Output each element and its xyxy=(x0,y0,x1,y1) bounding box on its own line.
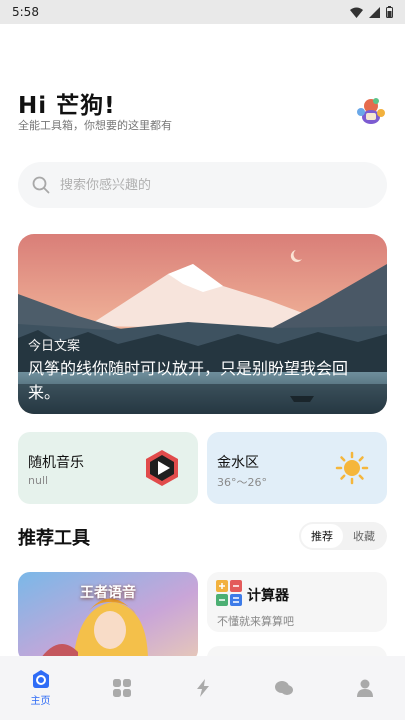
battery-icon xyxy=(386,6,393,18)
music-title: 随机音乐 xyxy=(28,455,84,471)
tab-recommended[interactable]: 推荐 xyxy=(301,524,343,548)
tools-segmented-control: 推荐 收藏 xyxy=(299,522,387,550)
banner-quote: 风筝的线你随时可以放开，只是别盼望我会回来。 xyxy=(28,359,349,402)
signal-icon xyxy=(369,6,380,18)
recommended-tools-title: 推荐工具 xyxy=(18,528,90,549)
nav-profile[interactable] xyxy=(335,678,395,698)
avatar[interactable] xyxy=(353,92,389,128)
weather-card[interactable]: 金水区 36°～26° xyxy=(207,432,387,504)
weather-location: 金水区 xyxy=(217,455,259,471)
user-icon xyxy=(356,679,373,697)
grid-icon xyxy=(112,679,131,697)
wifi-icon xyxy=(350,7,363,18)
nav-flash[interactable] xyxy=(173,678,233,698)
random-music-card[interactable]: 随机音乐 null xyxy=(18,432,198,504)
status-time: 5:58 xyxy=(12,5,39,19)
hero-voice-label: 王者语音 xyxy=(80,585,136,601)
search-bar[interactable] xyxy=(18,162,387,208)
greeting-title: Hi 芒狗! xyxy=(18,93,116,119)
nav-home[interactable]: 主页 xyxy=(11,669,71,707)
status-icons xyxy=(350,6,393,18)
tab-favorites[interactable]: 收藏 xyxy=(343,524,385,548)
daily-quote-banner[interactable]: 今日文案 风筝的线你随时可以放开，只是别盼望我会回来。 xyxy=(18,234,387,414)
play-icon[interactable] xyxy=(142,448,182,488)
lightning-icon xyxy=(196,679,209,697)
music-subtitle: null xyxy=(28,474,49,487)
nav-home-label: 主页 xyxy=(30,696,51,707)
calculator-name: 计算器 xyxy=(247,588,289,604)
banner-tag: 今日文案 xyxy=(28,339,81,354)
sun-icon xyxy=(335,451,369,485)
greeting-subtitle: 全能工具箱，你想要的这里都有 xyxy=(18,119,172,132)
calculator-desc: 不懂就来算算吧 xyxy=(217,615,294,628)
bottom-nav: 主页 xyxy=(0,656,405,720)
search-input[interactable] xyxy=(60,177,340,193)
nav-chat[interactable] xyxy=(254,678,314,698)
weather-temperature: 36°～26° xyxy=(217,476,267,489)
nav-tools[interactable] xyxy=(92,678,152,698)
home-icon xyxy=(32,670,49,688)
tool-card-calculator[interactable]: 计算器 不懂就来算算吧 xyxy=(207,572,387,632)
status-bar: 5:58 xyxy=(0,0,405,24)
chat-icon xyxy=(274,681,293,695)
search-icon xyxy=(32,176,50,194)
calculator-icon xyxy=(216,580,242,606)
tool-card-hero-voice[interactable]: 王者语音 xyxy=(18,572,198,662)
